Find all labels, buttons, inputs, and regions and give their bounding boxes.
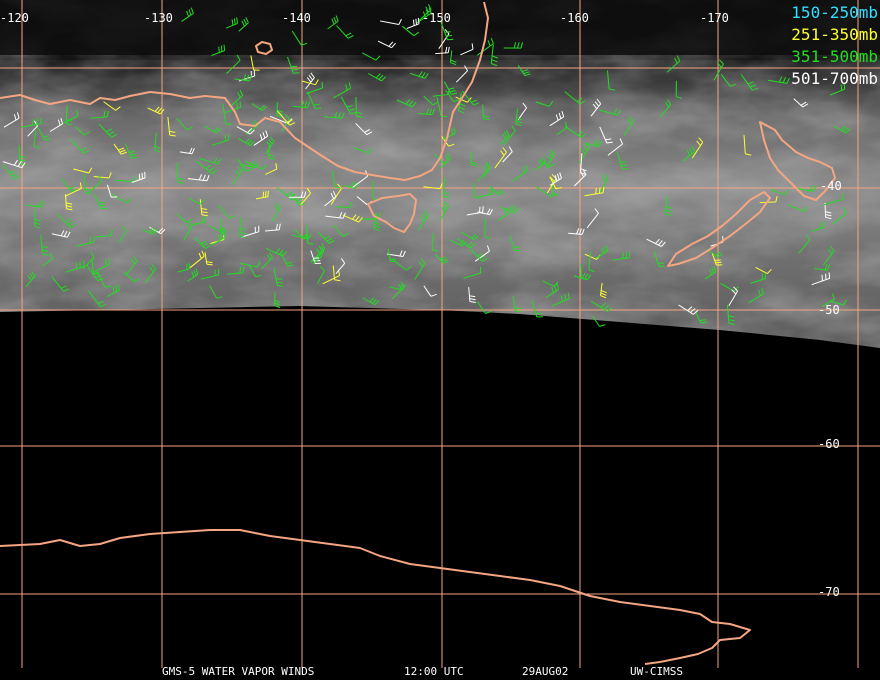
lat-label: -40 bbox=[820, 179, 842, 193]
legend-351-500mb: 351-500mb bbox=[791, 47, 878, 66]
lon-label: -150 bbox=[422, 11, 451, 25]
water-vapor-image bbox=[0, 0, 880, 348]
lon-label: -120 bbox=[0, 11, 29, 25]
coastline-antarctica bbox=[0, 529, 751, 665]
lat-label: -60 bbox=[818, 437, 840, 451]
lon-label: -140 bbox=[282, 11, 311, 25]
lon-label: -160 bbox=[560, 11, 589, 25]
lon-label: -130 bbox=[144, 11, 173, 25]
footer-date: 29AUG02 bbox=[522, 665, 569, 678]
legend-501-700mb: 501-700mb bbox=[791, 69, 878, 88]
footer-time: 12:00 UTC bbox=[404, 665, 464, 678]
satellite-map bbox=[0, 0, 880, 668]
lat-label: -50 bbox=[818, 303, 840, 317]
footer-source: UW-CIMSS bbox=[630, 665, 683, 678]
lat-label: -70 bbox=[818, 585, 840, 599]
legend-251-350mb: 251-350mb bbox=[791, 25, 878, 44]
footer-product: GMS-5 WATER VAPOR WINDS bbox=[162, 665, 315, 678]
lon-label: -170 bbox=[700, 11, 729, 25]
legend-150-250mb: 150-250mb bbox=[791, 3, 878, 22]
